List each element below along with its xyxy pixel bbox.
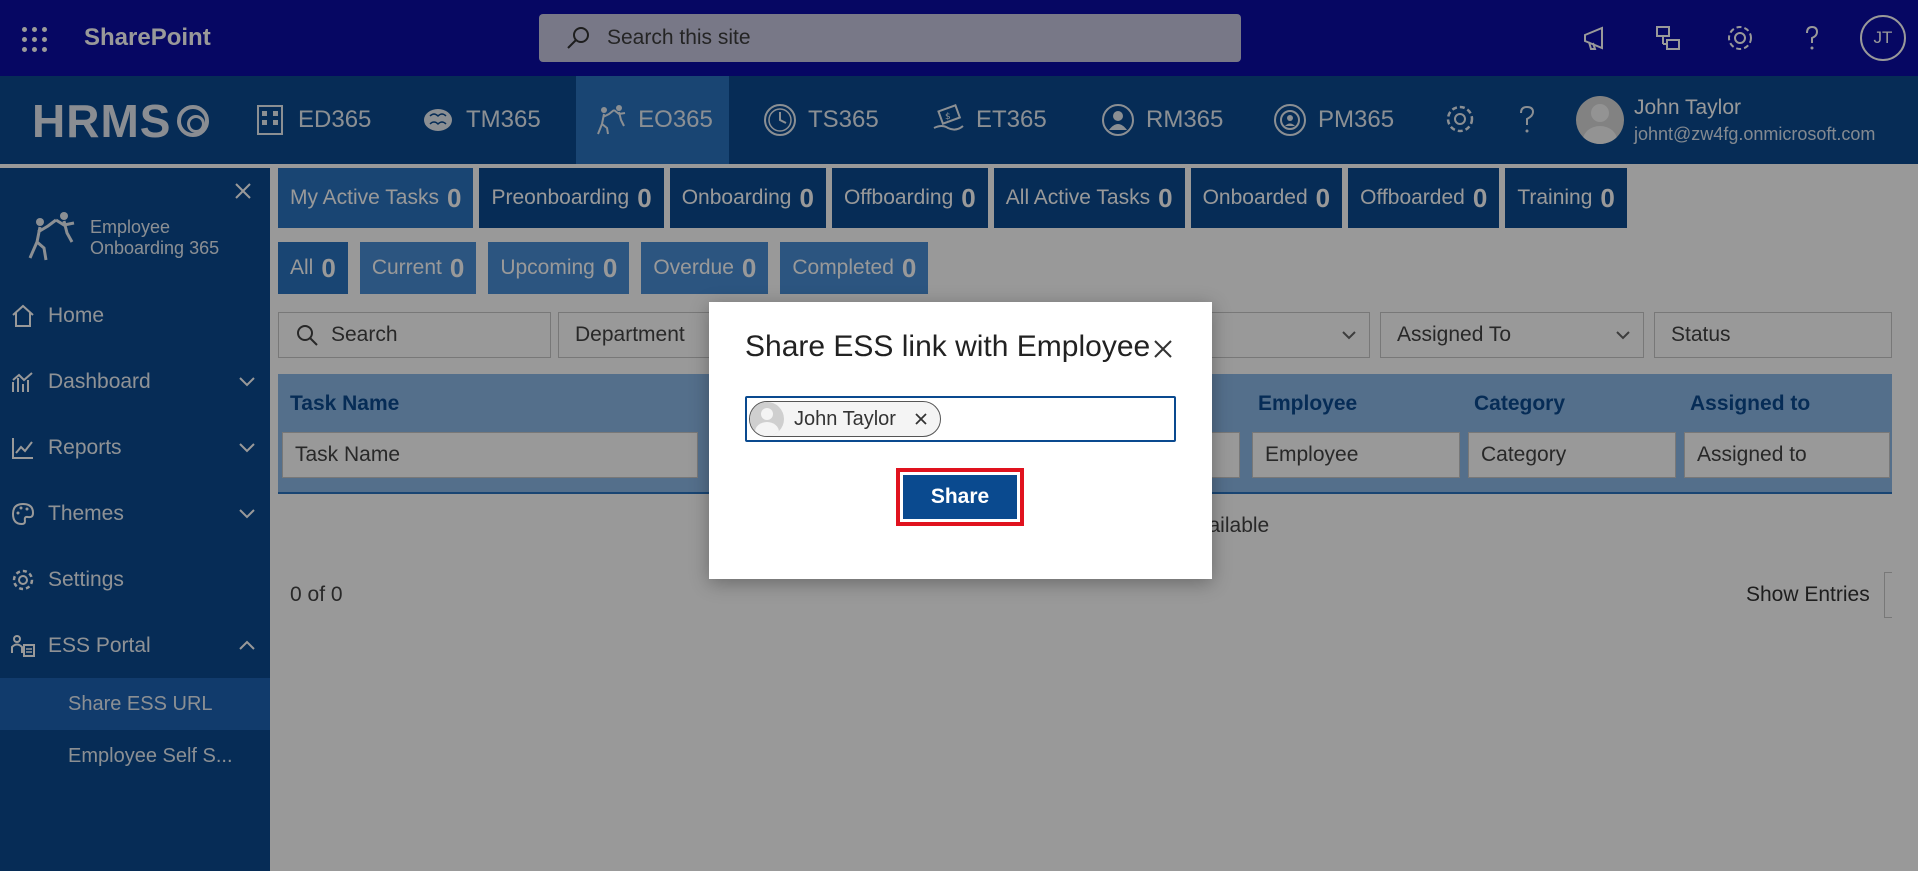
dialog-title: Share ESS link with Employee — [745, 330, 1151, 363]
selected-person-name: John Taylor — [794, 407, 896, 430]
person-avatar — [750, 402, 784, 436]
remove-person-icon[interactable] — [914, 412, 928, 426]
close-icon[interactable] — [1152, 338, 1174, 360]
people-picker-input[interactable]: John Taylor — [745, 396, 1176, 442]
selected-person-chip: John Taylor — [749, 401, 941, 437]
share-ess-dialog: Share ESS link with Employee John Taylor… — [709, 302, 1212, 579]
share-button-label: Share — [903, 475, 1017, 519]
share-button[interactable]: Share — [896, 468, 1024, 526]
